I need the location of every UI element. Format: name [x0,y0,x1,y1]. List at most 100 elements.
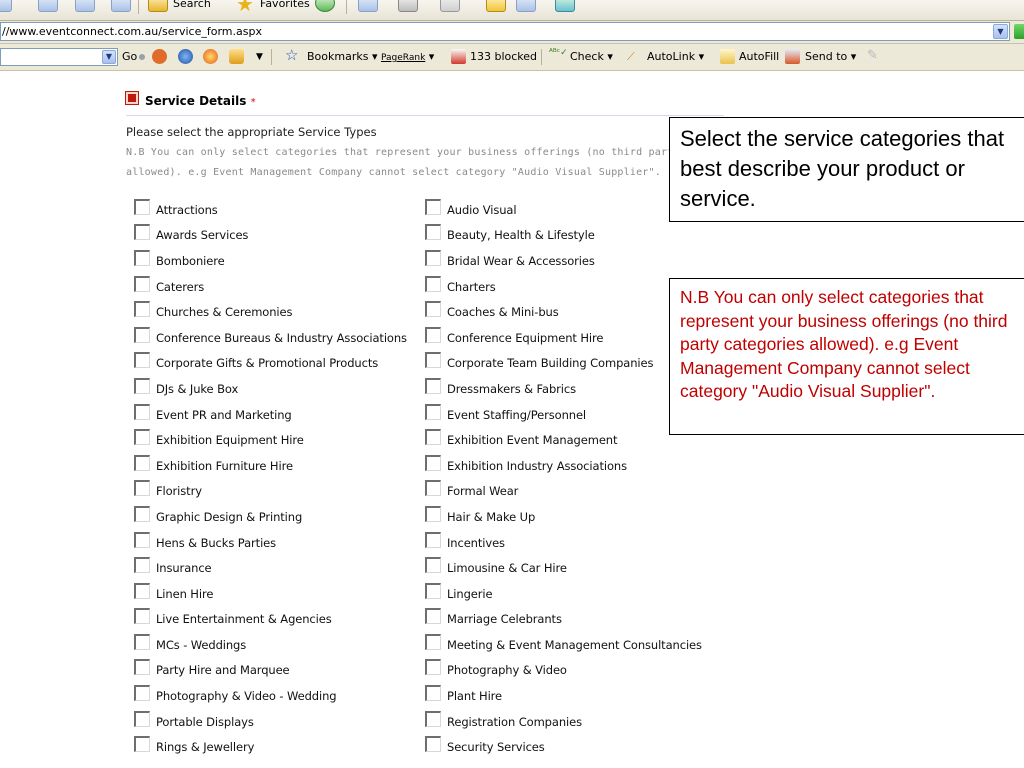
service-type-option[interactable]: Dressmakers & Fabrics [425,376,702,402]
service-type-checkbox[interactable] [134,582,150,599]
service-type-checkbox[interactable] [425,326,441,343]
service-type-checkbox[interactable] [134,531,150,548]
globe-icon[interactable] [178,49,193,64]
service-type-checkbox[interactable] [425,710,441,727]
service-type-option[interactable]: Hair & Make Up [425,504,702,530]
popup-blocked-count[interactable]: 133 blocked [470,50,537,63]
service-type-option[interactable]: Churches & Ceremonies [134,299,407,325]
service-type-option[interactable]: Event PR and Marketing [134,402,407,428]
options-dropdown-icon[interactable]: ▼ [256,52,263,62]
service-type-option[interactable]: Coaches & Mini-bus [425,299,702,325]
service-type-checkbox[interactable] [425,582,441,599]
service-type-option[interactable]: DJs & Juke Box [134,376,407,402]
autolink-wand-icon[interactable]: ⟋ [627,50,635,64]
service-type-checkbox[interactable] [425,224,441,241]
go-button[interactable]: Go [122,50,137,63]
news-icon[interactable] [152,49,167,64]
messenger-icon[interactable] [516,0,536,12]
service-type-checkbox[interactable] [134,505,150,522]
service-type-checkbox[interactable] [425,301,441,318]
puzzle-icon[interactable] [229,49,244,64]
search-button[interactable]: Search [173,0,211,10]
service-type-checkbox[interactable] [425,403,441,420]
service-type-option[interactable]: Awards Services [134,223,407,249]
service-type-option[interactable]: Marriage Celebrants [425,607,702,633]
edit-icon[interactable] [440,0,460,12]
check-button[interactable]: Check ▾ [570,50,613,63]
send-to-icon[interactable] [785,49,800,64]
service-type-option[interactable]: Exhibition Industry Associations [425,453,702,479]
service-type-option[interactable]: Caterers [134,274,407,300]
stop-icon[interactable] [38,0,58,12]
service-type-checkbox[interactable] [134,480,150,497]
autolink-button[interactable]: AutoLink ▾ [647,50,704,63]
service-type-option[interactable]: Exhibition Furniture Hire [134,453,407,479]
refresh-icon[interactable] [75,0,95,12]
service-type-option[interactable]: Corporate Gifts & Promotional Products [134,351,407,377]
service-type-option[interactable]: Bridal Wear & Accessories [425,248,702,274]
history-icon[interactable] [315,0,335,12]
service-type-checkbox[interactable] [134,633,150,650]
service-type-option[interactable]: Insurance [134,555,407,581]
service-type-option[interactable]: Plant Hire [425,683,702,709]
service-type-checkbox[interactable] [134,557,150,574]
service-type-option[interactable]: Registration Companies [425,709,702,735]
send-to-button[interactable]: Send to ▾ [805,50,856,63]
service-type-checkbox[interactable] [134,326,150,343]
autofill-icon[interactable] [720,49,735,64]
service-type-option[interactable]: Photography & Video [425,658,702,684]
search-dropdown-icon[interactable]: ▼ [102,50,116,64]
service-type-checkbox[interactable] [134,659,150,676]
service-type-option[interactable]: Floristry [134,479,407,505]
toolbar-search-input[interactable]: ▼ [0,48,118,66]
service-type-option[interactable]: Linen Hire [134,581,407,607]
service-type-option[interactable]: Exhibition Event Management [425,427,702,453]
service-type-checkbox[interactable] [425,377,441,394]
service-type-checkbox[interactable] [134,403,150,420]
service-type-checkbox[interactable] [134,301,150,318]
service-type-option[interactable]: Live Entertainment & Agencies [134,607,407,633]
bookmarks-button[interactable]: Bookmarks ▾ [307,50,378,63]
popup-blocker-icon[interactable] [451,49,466,64]
spellcheck-icon[interactable]: ᴬᴮᶜ✓ [549,48,568,58]
service-type-option[interactable]: Graphic Design & Printing [134,504,407,530]
service-type-checkbox[interactable] [134,429,150,446]
service-type-option[interactable]: Meeting & Event Management Consultancies [425,632,702,658]
service-type-checkbox[interactable] [134,224,150,241]
service-type-checkbox[interactable] [425,608,441,625]
service-type-checkbox[interactable] [425,557,441,574]
service-type-checkbox[interactable] [425,505,441,522]
service-type-checkbox[interactable] [134,198,150,215]
go-arrow-icon[interactable] [1014,24,1024,39]
service-type-checkbox[interactable] [134,454,150,471]
service-type-option[interactable]: Bomboniere [134,248,407,274]
service-type-option[interactable]: Party Hire and Marquee [134,658,407,684]
service-type-checkbox[interactable] [425,633,441,650]
service-type-option[interactable]: Rings & Jewellery [134,734,407,760]
service-type-checkbox[interactable] [134,710,150,727]
spell-icon[interactable] [203,49,218,64]
service-type-checkbox[interactable] [425,454,441,471]
bookmark-star-icon[interactable]: ☆ [285,46,298,64]
service-type-option[interactable]: Event Staffing/Personnel [425,402,702,428]
favorites-star-icon[interactable]: ★ [236,0,254,16]
autofill-button[interactable]: AutoFill [739,50,779,63]
service-type-option[interactable]: Beauty, Health & Lifestyle [425,223,702,249]
service-type-checkbox[interactable] [425,531,441,548]
service-type-checkbox[interactable] [134,352,150,369]
address-dropdown-icon[interactable]: ▼ [993,24,1008,39]
service-type-option[interactable]: Security Services [425,734,702,760]
service-type-checkbox[interactable] [425,736,441,753]
service-type-checkbox[interactable] [425,685,441,702]
service-type-option[interactable]: Lingerie [425,581,702,607]
service-type-checkbox[interactable] [134,275,150,292]
service-type-option[interactable]: Incentives [425,530,702,556]
network-icon[interactable] [555,0,575,12]
service-type-option[interactable]: Formal Wear [425,479,702,505]
service-type-checkbox[interactable] [425,275,441,292]
service-type-option[interactable]: Conference Bureaus & Industry Associatio… [134,325,407,351]
service-type-option[interactable]: Photography & Video - Wedding [134,683,407,709]
pagerank-button[interactable]: PageRank ▾ [381,50,434,63]
back-icon[interactable] [0,0,12,12]
service-type-checkbox[interactable] [134,608,150,625]
